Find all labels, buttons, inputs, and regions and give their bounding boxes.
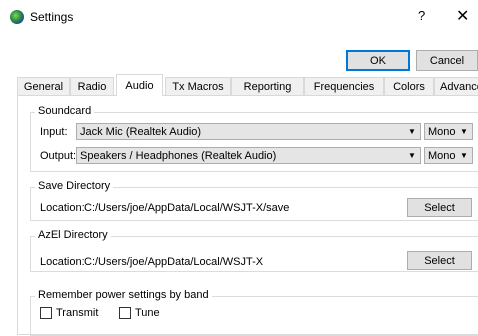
transmit-label: Transmit: [56, 307, 99, 319]
cancel-button[interactable]: Cancel: [416, 50, 478, 71]
tab-reporting[interactable]: Reporting: [231, 77, 304, 95]
close-button[interactable]: ✕: [456, 6, 469, 26]
window-title: Settings: [30, 10, 74, 24]
tab-radio[interactable]: Radio: [70, 77, 114, 95]
azel-directory-group-title: AzEl Directory: [35, 229, 111, 241]
soundcard-group-title: Soundcard: [35, 105, 95, 117]
output-device-value: Speakers / Headphones (Realtek Audio): [80, 149, 277, 162]
save-location-label: Location:: [40, 202, 85, 214]
app-icon: [10, 10, 24, 24]
tab-advanced[interactable]: Advanced: [434, 77, 478, 95]
tune-checkbox[interactable]: [119, 307, 131, 319]
input-channel-value: Mono: [428, 125, 456, 138]
save-select-button[interactable]: Select: [407, 198, 472, 217]
input-device-select[interactable]: Jack Mic (Realtek Audio) ▼: [76, 123, 421, 140]
output-label: Output:: [40, 150, 77, 162]
tab-general[interactable]: General: [17, 77, 70, 95]
save-directory-group-title: Save Directory: [35, 180, 114, 192]
dropdown-arrow-icon: ▼: [460, 151, 468, 160]
tune-label: Tune: [135, 307, 160, 319]
help-button[interactable]: ?: [418, 8, 425, 23]
ok-button[interactable]: OK: [346, 50, 410, 71]
dropdown-arrow-icon: ▼: [408, 151, 416, 160]
dropdown-arrow-icon: ▼: [408, 127, 416, 136]
input-device-value: Jack Mic (Realtek Audio): [80, 125, 202, 138]
input-label: Input:: [40, 126, 68, 138]
tab-frequencies[interactable]: Frequencies: [304, 77, 384, 95]
tab-colors[interactable]: Colors: [384, 77, 434, 95]
title-bar: Settings ? ✕: [0, 0, 478, 34]
save-location-path: C:/Users/joe/AppData/Local/WSJT-X/save: [84, 202, 290, 214]
azel-select-button[interactable]: Select: [407, 251, 472, 270]
tab-bar: General Radio Audio Tx Macros Reporting …: [17, 74, 478, 96]
output-device-select[interactable]: Speakers / Headphones (Realtek Audio) ▼: [76, 147, 421, 164]
azel-location-path: C:/Users/joe/AppData/Local/WSJT-X: [84, 256, 264, 268]
output-channel-select[interactable]: Mono ▼: [424, 147, 473, 164]
tab-audio[interactable]: Audio: [116, 74, 163, 96]
transmit-checkbox[interactable]: [40, 307, 52, 319]
azel-location-label: Location:: [40, 256, 85, 268]
tab-tx-macros[interactable]: Tx Macros: [165, 77, 231, 95]
power-settings-group-title: Remember power settings by band: [35, 289, 212, 301]
input-channel-select[interactable]: Mono ▼: [424, 123, 473, 140]
dropdown-arrow-icon: ▼: [460, 127, 468, 136]
output-channel-value: Mono: [428, 149, 456, 162]
